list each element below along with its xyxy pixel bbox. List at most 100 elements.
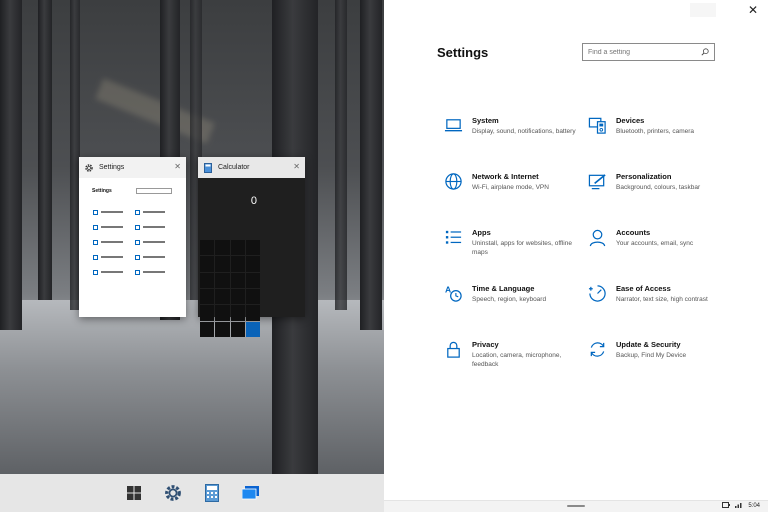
tree-trunk [335,0,347,310]
category-apps[interactable]: Apps Uninstall, apps for websites, offli… [444,228,584,257]
category-description: Uninstall, apps for websites, offline ma… [472,240,572,256]
calc-key [200,321,215,337]
mini-settings-title: Settings [92,188,112,194]
category-title: Apps [472,228,491,237]
desktop-wallpaper [0,0,384,474]
laptop-icon [444,116,463,135]
category-title: System [472,116,499,125]
battery-icon[interactable] [722,502,731,510]
page-title: Settings [437,45,489,60]
search-input[interactable] [582,43,715,61]
calc-key [245,305,260,321]
category-update-security[interactable]: Update & Security Backup, Find My Device [588,340,728,360]
category-system[interactable]: System Display, sound, notifications, ba… [444,116,584,136]
category-ease-of-access[interactable]: Ease of Access Narrator, text size, high… [588,284,728,304]
calc-key [230,288,245,305]
calculator-icon [203,162,213,173]
category-privacy[interactable]: Privacy Location, camera, microphone, fe… [444,340,584,369]
calc-key [230,240,245,256]
category-title: Update & Security [616,340,681,349]
category-network[interactable]: Network & Internet Wi-Fi, airplane mode,… [444,172,584,192]
search-icon [701,48,709,56]
calc-key [230,321,245,337]
apps-list-icon [444,228,463,247]
mini-category [135,210,169,218]
calc-equals-key [245,321,260,337]
category-description: Display, sound, notifications, battery [472,128,576,135]
calc-key [215,256,230,272]
mini-category [93,270,127,278]
svg-text:A: A [445,285,451,295]
search-field[interactable] [588,48,698,56]
settings-window-thumbnail[interactable]: Settings ✕ Settings [79,157,186,317]
category-description: Wi-Fi, airplane mode, VPN [472,184,549,191]
settings-window: ✕ Settings System Display, sound, notifi… [384,0,768,500]
mini-category [93,210,127,218]
network-icon[interactable] [735,502,743,510]
thumbnail-preview: Settings [79,178,186,317]
task-view-icon[interactable] [240,482,262,504]
calc-key [245,272,260,288]
person-icon [588,228,607,247]
globe-icon [444,172,463,191]
category-title: Privacy [472,340,499,349]
time-language-icon: A [444,284,463,303]
category-title: Time & Language [472,284,535,293]
tree-trunk [360,0,382,330]
gesture-handle[interactable] [567,505,585,507]
mini-category [135,225,169,233]
calc-key [215,305,230,321]
mini-search-box [136,188,172,194]
mini-category [93,225,127,233]
category-description: Backup, Find My Device [616,352,687,359]
calc-key [230,256,245,272]
sync-icon [588,340,607,359]
calculator-icon[interactable] [201,482,223,504]
minimize-button[interactable] [690,3,716,17]
windows-start-icon[interactable] [123,482,145,504]
calc-key [230,305,245,321]
calc-key [215,321,230,337]
thumbnail-preview: 0 [198,178,305,337]
category-title: Network & Internet [472,172,539,181]
mini-category [135,270,169,278]
category-description: Location, camera, microphone, feedback [472,352,562,368]
category-description: Background, colours, taskbar [616,184,701,191]
tree-trunk [0,0,22,330]
mini-category [135,255,169,263]
calc-key [245,256,260,272]
calc-key [230,272,245,288]
settings-gear-icon[interactable] [162,482,184,504]
calc-key [215,288,230,305]
category-accounts[interactable]: Accounts Your accounts, email, sync [588,228,728,248]
category-description: Your accounts, email, sync [616,240,694,247]
close-icon[interactable]: ✕ [174,162,181,171]
calc-key [200,272,215,288]
category-title: Accounts [616,228,651,237]
thumbnail-title: Calculator [218,164,250,171]
calc-key [200,305,215,321]
calc-key [245,288,260,305]
category-title: Devices [616,116,645,125]
tree-trunk [38,0,52,300]
mini-category [135,240,169,248]
lock-icon [444,340,463,359]
category-devices[interactable]: Devices Bluetooth, printers, camera [588,116,728,136]
calc-key [215,240,230,256]
category-personalization[interactable]: Personalization Background, colours, tas… [588,172,728,192]
category-description: Speech, region, keyboard [472,296,547,303]
calculator-keypad [200,240,260,337]
thumbnail-titlebar: Settings [79,157,186,178]
mini-category [93,255,127,263]
snow-ground [0,300,384,474]
calculator-window-thumbnail[interactable]: Calculator ✕ 0 [198,157,305,337]
clock[interactable]: 5:04 [748,503,760,509]
calc-key [200,288,215,305]
category-time-language[interactable]: A Time & Language Speech, region, keyboa… [444,284,584,304]
close-icon[interactable]: ✕ [293,162,300,171]
gear-icon [84,163,94,173]
category-description: Narrator, text size, high contrast [616,296,708,303]
devices-icon [588,116,607,135]
close-button[interactable]: ✕ [746,3,760,17]
category-title: Ease of Access [616,284,671,293]
